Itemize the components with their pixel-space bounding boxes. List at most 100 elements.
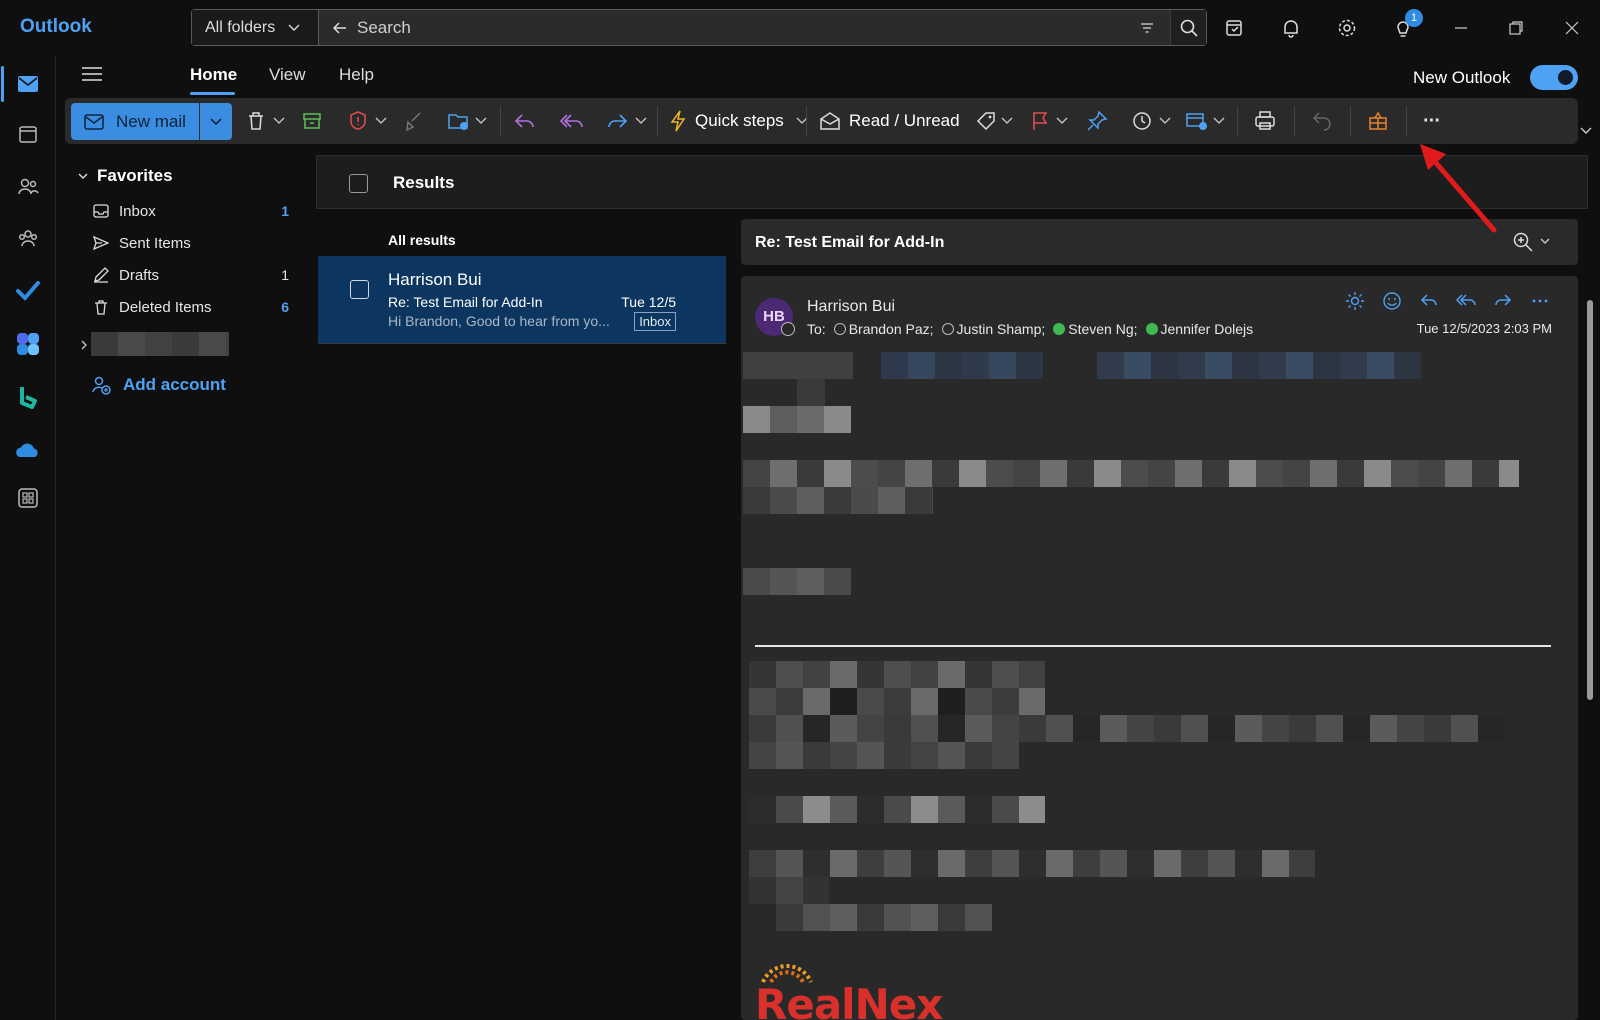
close-icon[interactable]	[1559, 15, 1585, 41]
outlook-window: Outlook All folders Search 1 Home View H…	[0, 0, 1600, 1020]
emoji-icon[interactable]	[1373, 288, 1410, 314]
search-button[interactable]	[1170, 10, 1206, 45]
redacted-body-text	[749, 688, 1045, 715]
toggle-knob	[1558, 70, 1573, 85]
redacted-body-text	[749, 850, 1315, 877]
add-account-button[interactable]: Add account	[91, 375, 226, 395]
trash-icon	[93, 299, 111, 315]
app-title: Outlook	[20, 16, 92, 37]
snooze-button[interactable]	[1131, 106, 1173, 136]
tag-icon	[976, 112, 995, 131]
recipient[interactable]: Steven Ng;	[1053, 321, 1138, 337]
tab-help[interactable]: Help	[339, 65, 374, 85]
redacted-account-name[interactable]	[91, 332, 229, 356]
reply-all-icon[interactable]	[1447, 288, 1484, 314]
redacted-body-text	[1097, 352, 1421, 379]
bell-icon[interactable]	[1278, 15, 1304, 41]
print-button[interactable]	[1254, 106, 1276, 136]
flag-icon	[1033, 112, 1048, 130]
categorize-button[interactable]	[975, 106, 1015, 136]
recipient-name: Brandon Paz;	[848, 321, 934, 337]
minimize-icon[interactable]	[1448, 15, 1474, 41]
people-icon[interactable]	[12, 170, 44, 202]
reading-scrollbar[interactable]	[1583, 276, 1597, 1020]
envelope-open-icon	[820, 112, 840, 130]
recipient[interactable]: Jennifer Dolejs	[1145, 321, 1253, 337]
restore-icon[interactable]	[1503, 15, 1529, 41]
folder-sent-items[interactable]: Sent Items	[93, 230, 289, 256]
back-arrow-icon[interactable]	[331, 19, 349, 37]
pin-button[interactable]	[1086, 106, 1108, 136]
favorites-header[interactable]: Favorites	[77, 166, 173, 186]
forward-icon[interactable]	[1484, 288, 1521, 314]
undo-button[interactable]	[1311, 106, 1333, 136]
more-options-button[interactable]: ···	[1423, 106, 1441, 136]
onedrive-icon[interactable]	[12, 434, 44, 466]
flag-button[interactable]	[1030, 106, 1070, 136]
todo-icon[interactable]	[12, 274, 44, 306]
send-icon	[93, 235, 111, 251]
folder-inbox[interactable]: Inbox 1	[93, 198, 289, 224]
notification-badge: 1	[1405, 9, 1423, 27]
recipient-name: Justin Shamp;	[956, 321, 1046, 337]
reply-all-button[interactable]	[559, 106, 585, 136]
rules-button[interactable]	[1185, 106, 1227, 136]
chevron-down-icon	[1159, 117, 1171, 124]
presence-status-icon	[781, 322, 795, 336]
chevron-right-icon[interactable]	[79, 338, 89, 356]
groups-icon[interactable]	[12, 222, 44, 254]
report-button[interactable]	[347, 106, 389, 136]
zoom-button[interactable]	[1512, 231, 1552, 253]
more-apps-icon[interactable]	[12, 482, 44, 514]
move-to-button[interactable]	[447, 106, 489, 136]
reply-button[interactable]	[513, 106, 537, 136]
new-mail-dropdown[interactable]	[200, 103, 232, 140]
recipient[interactable]: Justin Shamp;	[941, 321, 1046, 337]
new-mail-button[interactable]: New mail	[71, 103, 199, 140]
quick-steps-button[interactable]: Quick steps	[669, 106, 810, 136]
scroll-thumb[interactable]	[1587, 300, 1593, 700]
hamburger-menu-icon[interactable]	[81, 65, 103, 88]
folder-drafts[interactable]: Drafts 1	[93, 262, 289, 288]
my-day-icon[interactable]	[1222, 15, 1248, 41]
mail-icon[interactable]	[12, 68, 44, 100]
folder-scope-select[interactable]: All folders	[192, 10, 319, 45]
logo-wordmark: RealNex	[755, 980, 943, 1020]
folder-deleted-items[interactable]: Deleted Items 6	[93, 294, 289, 320]
tab-view[interactable]: View	[269, 65, 306, 85]
ribbon-expand-button[interactable]	[1578, 124, 1594, 142]
list-item[interactable]: Harrison Bui Re: Test Email for Add-In T…	[318, 256, 726, 344]
search-input[interactable]: Search	[319, 10, 1170, 45]
apps-addin-button[interactable]	[1367, 106, 1389, 136]
select-all-checkbox[interactable]	[349, 174, 368, 193]
reply-icon[interactable]	[1410, 288, 1447, 314]
recipient-name: Steven Ng;	[1068, 321, 1138, 337]
sender-name[interactable]: Harrison Bui	[807, 298, 895, 316]
read-unread-button[interactable]: Read / Unread	[819, 106, 960, 136]
redacted-body-text	[749, 796, 1045, 823]
more-actions-icon[interactable]	[1521, 288, 1558, 314]
ribbon-separator	[806, 106, 807, 136]
delete-button[interactable]	[245, 106, 287, 136]
bookings-icon[interactable]	[12, 381, 44, 413]
new-outlook-toggle[interactable]	[1530, 65, 1578, 90]
search-icon	[1180, 19, 1198, 37]
chevron-down-icon	[1540, 238, 1550, 244]
tab-home[interactable]: Home	[190, 65, 237, 85]
presence-unknown-icon	[833, 323, 846, 335]
forward-button[interactable]	[605, 106, 649, 136]
chevron-down-icon	[1001, 117, 1013, 124]
gear-icon[interactable]	[1334, 15, 1360, 41]
sweep-button[interactable]	[403, 106, 425, 136]
sun-icon[interactable]	[1336, 288, 1373, 314]
recipient[interactable]: Brandon Paz;	[833, 321, 934, 337]
archive-icon	[303, 113, 321, 129]
calendar-icon[interactable]	[12, 118, 44, 150]
filter-icon[interactable]	[1138, 19, 1156, 42]
message-checkbox[interactable]	[350, 280, 369, 299]
chevron-down-icon	[210, 117, 222, 125]
favorites-label: Favorites	[97, 166, 173, 185]
logo-globe-icon	[761, 964, 813, 984]
office-apps-icon[interactable]	[12, 328, 44, 360]
archive-button[interactable]	[301, 106, 323, 136]
